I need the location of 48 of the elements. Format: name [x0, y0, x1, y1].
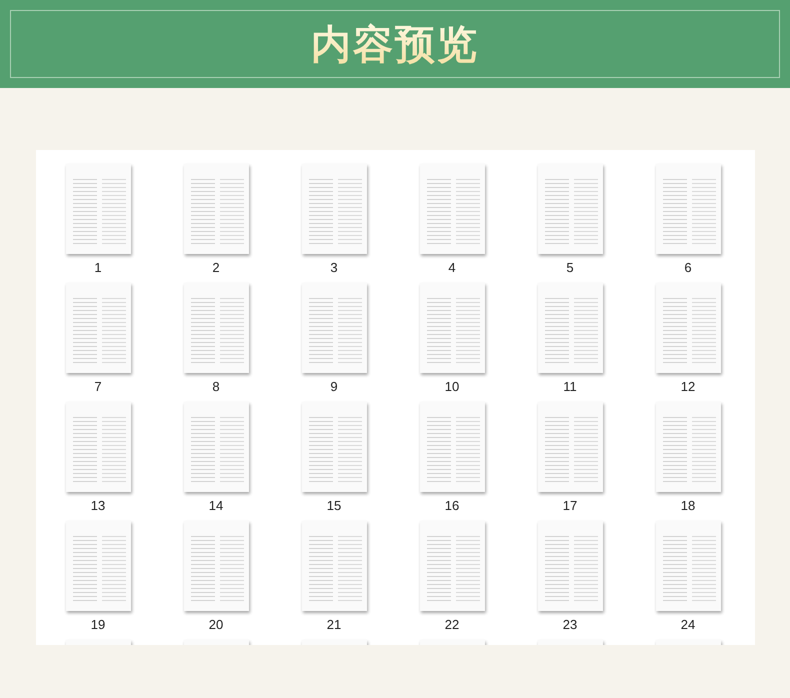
page-number: 12: [680, 379, 696, 394]
page-thumbnail[interactable]: [66, 402, 130, 492]
page-thumbnail[interactable]: [302, 283, 366, 373]
page-thumbnail[interactable]: [184, 402, 248, 492]
page-thumbnail[interactable]: [538, 283, 602, 373]
page-number: 23: [562, 617, 578, 632]
page-number: 14: [208, 498, 224, 513]
page-number: 17: [562, 498, 578, 513]
page-thumbnail[interactable]: [656, 164, 720, 254]
page-number: 11: [563, 379, 577, 394]
page-number: 20: [208, 617, 224, 632]
page-number: 1: [94, 260, 102, 275]
page-number: 16: [444, 498, 460, 513]
page-thumbnail[interactable]: [302, 521, 366, 611]
page-thumbnail[interactable]: [420, 402, 484, 492]
page-number: 2: [212, 260, 220, 275]
page-number: 6: [684, 260, 692, 275]
page-number: 10: [444, 379, 460, 394]
page-number: 24: [680, 617, 696, 632]
page-thumbnail[interactable]: [184, 283, 248, 373]
page-number: 18: [680, 498, 696, 513]
page-number: 9: [330, 379, 338, 394]
page-number: 8: [212, 379, 220, 394]
page-thumbnail[interactable]: [420, 521, 484, 611]
page-thumbnail[interactable]: [66, 283, 130, 373]
page-thumbnail[interactable]: [656, 283, 720, 373]
page-number: 4: [448, 260, 456, 275]
page-thumbnail[interactable]: [420, 164, 484, 254]
page-number: 15: [326, 498, 342, 513]
page-thumbnail[interactable]: [538, 521, 602, 611]
page-number: 13: [90, 498, 106, 513]
page-thumbnail[interactable]: [302, 402, 366, 492]
page-number: 5: [566, 260, 574, 275]
page-number: 21: [326, 617, 342, 632]
page-number: 3: [330, 260, 338, 275]
page-thumbnail[interactable]: [66, 521, 130, 611]
page-thumbnail[interactable]: [538, 402, 602, 492]
page-thumbnail[interactable]: [302, 164, 366, 254]
page-thumbnail[interactable]: [420, 283, 484, 373]
page-thumbnail[interactable]: [184, 164, 248, 254]
page-number: 22: [444, 617, 460, 632]
page-thumbnail[interactable]: [538, 164, 602, 254]
page-thumbnail[interactable]: [656, 521, 720, 611]
page-thumbnail[interactable]: [66, 164, 130, 254]
page-thumbnail[interactable]: [184, 521, 248, 611]
page-thumbnail[interactable]: [656, 402, 720, 492]
page-number: 19: [90, 617, 106, 632]
page-number: 7: [94, 379, 102, 394]
